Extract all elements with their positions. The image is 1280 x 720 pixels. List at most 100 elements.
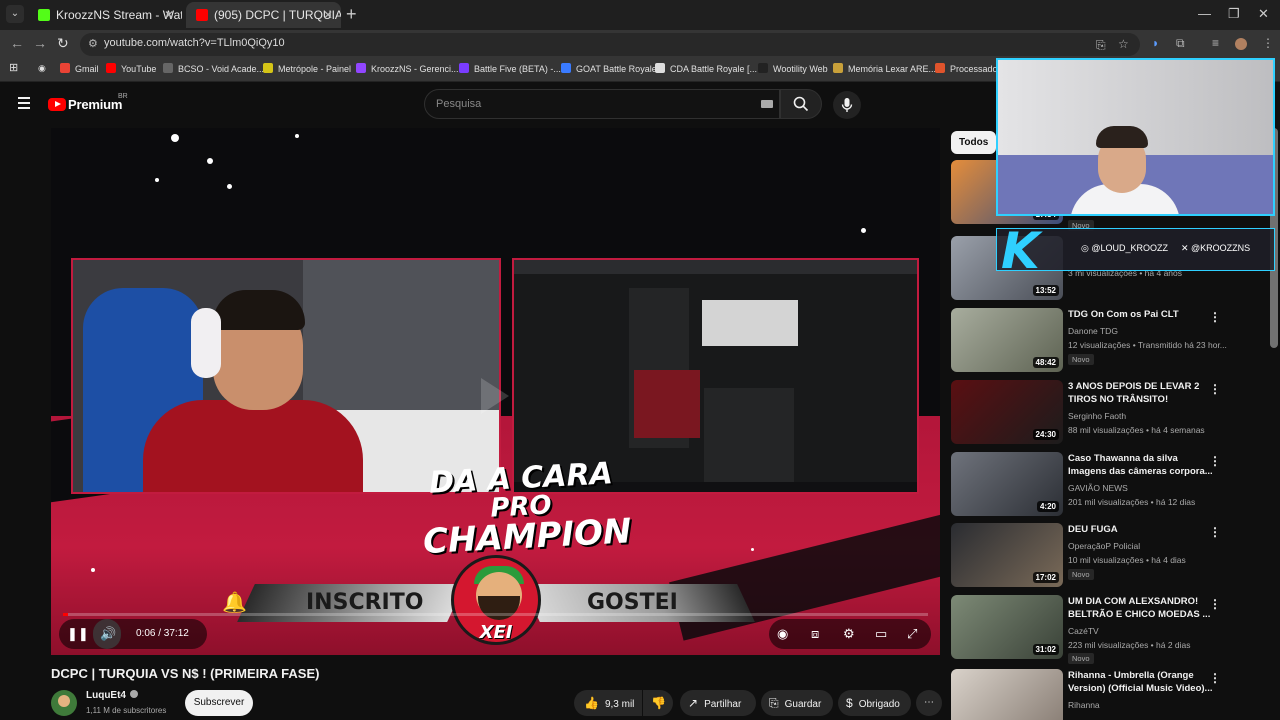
bookmark-wootility[interactable]: Wootility Web xyxy=(758,63,828,74)
subscriber-count: 1,11 M de subscritores xyxy=(86,706,167,715)
address-bar[interactable]: ⚙ youtube.com/watch?v=TLlm0QiQy10 ⎘ ☆ xyxy=(80,33,1140,56)
bookmark-bcso[interactable]: BCSO - Void Acade... xyxy=(163,63,264,74)
theater-mode-icon[interactable]: ▭ xyxy=(875,627,887,641)
forward-icon[interactable]: → xyxy=(33,35,47,51)
autoplay-toggle-icon[interactable]: ◉ xyxy=(777,627,788,641)
fullscreen-icon[interactable]: ⤢ xyxy=(907,627,917,641)
back-icon[interactable]: ← xyxy=(10,35,24,51)
more-icon[interactable]: ⋮ xyxy=(1209,454,1221,468)
video-thumbnail[interactable]: 24:30 xyxy=(951,380,1063,444)
search-input[interactable]: Pesquisa xyxy=(424,89,780,119)
recommendation-channel[interactable]: Rihanna xyxy=(1068,700,1100,710)
video-thumbnail[interactable]: 4:20 xyxy=(951,452,1063,516)
profile-avatar[interactable] xyxy=(1235,38,1247,50)
bookmark-youtube[interactable]: YouTube xyxy=(106,63,156,74)
browser-tab-1[interactable]: KroozzNS Stream - Watch Live ✕ xyxy=(28,2,182,28)
bookmark-star-icon[interactable]: ☆ xyxy=(1118,37,1129,51)
extension-audio-icon[interactable]: ◗ xyxy=(1152,36,1159,50)
extensions-icon[interactable]: ⧉ xyxy=(1176,36,1185,51)
more-icon[interactable]: ⋮ xyxy=(1209,597,1221,611)
menu-icon[interactable] xyxy=(18,97,30,109)
pause-icon[interactable]: ❚❚ xyxy=(67,627,89,641)
bookmark-kroozzns[interactable]: KroozzNS - Gerenci... xyxy=(356,63,459,74)
overlay-subscribe-label: INSCRITO xyxy=(306,590,424,615)
recommendation-channel[interactable]: CazéTV xyxy=(1068,626,1099,636)
install-app-icon[interactable]: ⎘ xyxy=(1096,38,1106,53)
thanks-icon: $ xyxy=(846,696,853,710)
recommendation-title[interactable]: UM DIA COM ALEXSANDRO! BELTRÃO E CHICO M… xyxy=(1068,595,1213,621)
subscribe-button[interactable]: Subscrever xyxy=(185,690,253,716)
video-thumbnail[interactable] xyxy=(951,669,1063,720)
more-actions-button[interactable]: ⋯ xyxy=(916,690,942,716)
progress-bar[interactable] xyxy=(63,613,928,616)
bookmark-battle-five[interactable]: Battle Five (BETA) -... xyxy=(459,63,561,74)
bookmark-lexar[interactable]: Memória Lexar ARE... xyxy=(833,63,936,74)
site-icon xyxy=(935,63,945,73)
video-thumbnail[interactable]: 48:42 xyxy=(951,308,1063,372)
more-icon[interactable]: ⋮ xyxy=(1209,671,1221,685)
youtube-premium-logo[interactable]: Premium BR xyxy=(48,93,128,114)
tab-search-button[interactable]: ⌄ xyxy=(6,5,24,23)
recommendation-title[interactable]: DEU FUGA xyxy=(1068,523,1213,536)
thanks-button[interactable]: $ Obrigado xyxy=(838,690,911,716)
volume-icon[interactable]: 🔊 xyxy=(100,627,116,641)
bookmark-gmail[interactable]: Gmail xyxy=(60,63,99,74)
url-text[interactable]: youtube.com/watch?v=TLlm0QiQy10 xyxy=(104,37,285,49)
site-icon xyxy=(459,63,469,73)
x-handle: ✕ @KROOZZNS xyxy=(1181,243,1251,253)
more-icon[interactable]: ⋮ xyxy=(1209,382,1221,396)
browser-tab-2[interactable]: (905) DCPC | TURQUIA VS N$ ✕ xyxy=(186,2,341,28)
video-player[interactable]: DA A CARA PRO CHAMPION 🔔 INSCRITO GOSTEI… xyxy=(51,128,940,655)
close-icon[interactable]: ✕ xyxy=(323,2,333,28)
recommendation-channel[interactable]: Serginho Faoth xyxy=(1068,411,1126,421)
recommendation-item[interactable]: 48:42 TDG On Com os Pai CLT Danone TDG 1… xyxy=(951,308,1251,376)
tab-media-icon[interactable]: ≡ xyxy=(1212,36,1219,50)
minimize-icon[interactable]: — xyxy=(1198,6,1211,21)
youtube-play-icon xyxy=(48,98,66,112)
dislike-button[interactable]: 👎 xyxy=(643,690,673,716)
settings-gear-icon[interactable]: ⚙ xyxy=(843,627,855,641)
recommendation-title[interactable]: Caso Thawanna da silva Imagens das câmer… xyxy=(1068,452,1213,478)
like-button[interactable]: 👍 9,3 mil xyxy=(574,690,642,716)
apps-grid-icon[interactable]: ⊞ xyxy=(9,61,18,74)
site-info-icon[interactable]: ⚙ xyxy=(88,37,98,50)
channel-name[interactable]: LuquEt4 xyxy=(86,690,138,701)
browser-menu-icon[interactable]: ⋮ xyxy=(1262,36,1274,50)
recommendation-title[interactable]: Rihanna - Umbrella (Orange Version) (Off… xyxy=(1068,669,1213,695)
recommendation-channel[interactable]: Danone TDG xyxy=(1068,326,1118,336)
save-button[interactable]: ⎘ Guardar xyxy=(761,690,833,716)
recommendation-item[interactable]: 24:30 3 ANOS DEPOIS DE LEVAR 2 TIROS NO … xyxy=(951,380,1251,448)
recommendation-channel[interactable]: OperaçãoP Policial xyxy=(1068,541,1140,551)
voice-search-button[interactable] xyxy=(833,91,861,119)
restore-icon[interactable]: ❐ xyxy=(1228,6,1240,22)
recommendation-item[interactable]: Rihanna - Umbrella (Orange Version) (Off… xyxy=(951,669,1251,720)
keyboard-icon[interactable] xyxy=(761,100,773,108)
subtitles-icon[interactable]: ⧈ xyxy=(811,627,819,641)
bookmark-globe-icon[interactable]: ◉ xyxy=(38,63,46,74)
recommendation-channel[interactable]: GAVIÃO NEWS xyxy=(1068,483,1128,493)
recommendation-title[interactable]: TDG On Com os Pai CLT xyxy=(1068,308,1213,321)
new-tab-button[interactable]: + xyxy=(346,4,357,24)
more-icon[interactable]: ⋮ xyxy=(1209,525,1221,539)
play-overlay-icon xyxy=(481,378,509,414)
video-thumbnail[interactable]: 17:02 xyxy=(951,523,1063,587)
channel-avatar[interactable] xyxy=(51,690,77,716)
close-icon[interactable]: ✕ xyxy=(164,2,174,28)
filter-chip-all[interactable]: Todos xyxy=(951,131,997,154)
bookmark-cda[interactable]: CDA Battle Royale [... xyxy=(655,63,757,74)
bookmark-metropole[interactable]: Metrópole - Painel xyxy=(263,63,351,74)
more-icon[interactable]: ⋮ xyxy=(1209,310,1221,324)
recommendation-title[interactable]: 3 ANOS DEPOIS DE LEVAR 2 TIROS NO TRÂNSI… xyxy=(1068,380,1213,406)
video-thumbnail[interactable]: 31:02 xyxy=(951,595,1063,659)
close-window-icon[interactable]: ✕ xyxy=(1258,6,1269,22)
recommendation-item[interactable]: 31:02 UM DIA COM ALEXSANDRO! BELTRÃO E C… xyxy=(951,595,1251,664)
gmail-icon xyxy=(60,63,70,73)
bookmark-goat[interactable]: GOAT Battle Royale xyxy=(561,63,657,74)
recommendation-item[interactable]: 4:20 Caso Thawanna da silva Imagens das … xyxy=(951,452,1251,520)
share-button[interactable]: ↗ Partilhar xyxy=(680,690,756,716)
search-button[interactable] xyxy=(780,89,822,119)
reload-icon[interactable]: ↻ xyxy=(57,35,69,52)
site-icon xyxy=(561,63,571,73)
recommendation-item[interactable]: 17:02 DEU FUGA OperaçãoP Policial 10 mil… xyxy=(951,523,1251,591)
tab-label: (905) DCPC | TURQUIA VS N$ xyxy=(214,8,341,22)
